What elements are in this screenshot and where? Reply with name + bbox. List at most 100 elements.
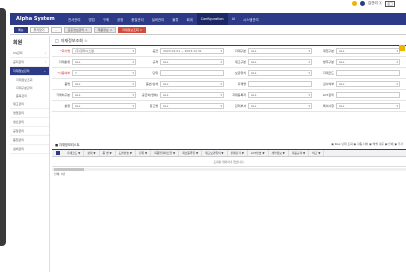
filter-field: 공급처(업체) ALL ▾	[140, 92, 228, 98]
sidebar-item[interactable]: 영업관리	[10, 109, 49, 118]
filter-input[interactable]: ALL ▾	[248, 103, 312, 109]
filter-label: 품명	[64, 82, 70, 86]
user-icon[interactable]	[360, 1, 365, 6]
sidebar-item[interactable]: 자재정보관리 ⌄	[10, 67, 49, 76]
sidebar-subitem[interactable]: 자재구분관리	[10, 84, 49, 92]
sidebar-item-label: 생산관리	[13, 120, 25, 124]
chevron-down-icon: ▾	[220, 60, 222, 64]
filter-input[interactable]: Y ▾	[72, 70, 136, 76]
filter-input[interactable]: ALL ▾	[72, 59, 136, 65]
chevron-down-icon: ▾	[220, 49, 222, 53]
filter-label: 공급처(업체)	[141, 93, 158, 97]
grid-column-header[interactable]: 최종업데이트일 ▼	[151, 150, 180, 156]
tab-0[interactable]: 메뉴	[14, 27, 28, 33]
filter-input[interactable]: ALL ▾	[248, 92, 312, 98]
filter-input[interactable]: ALL ▾	[160, 59, 224, 65]
filter-input[interactable]	[336, 70, 400, 76]
filter-input[interactable]: ALL ▾	[72, 81, 136, 87]
chevron-down-icon: ▾	[396, 82, 398, 86]
filter-input[interactable]: ALL ▾	[72, 92, 136, 98]
filter-input[interactable]: ALL ▾	[336, 48, 400, 54]
menu-item-6[interactable]: 물류	[168, 13, 182, 25]
grid-column-header[interactable]: 세부정보 ▼	[269, 150, 289, 156]
sidebar-subitem[interactable]: 자재정보조회	[10, 76, 49, 84]
filter-input[interactable]	[160, 70, 224, 76]
logout-button[interactable]: 로그	[385, 0, 395, 7]
filter-label: 자재분류	[58, 60, 70, 64]
sidebar-item[interactable]: CS관리 ›	[10, 49, 49, 58]
filter-input[interactable]: ALL ▾	[160, 81, 224, 87]
filter-label: LOT관리	[322, 93, 334, 97]
filter-input[interactable]	[248, 81, 312, 87]
filter-input[interactable]: ALL ▾	[72, 103, 136, 109]
filter-input[interactable]: ALL ▾	[248, 48, 312, 54]
sidebar-item[interactable]: 품질관리	[10, 136, 49, 145]
filter-panel: *회사명 (주)알파시스템 ▾ 공급 2023.01.01 ~ 2023.12.31 ▾ 자…	[52, 45, 406, 112]
select-all-checkbox[interactable]	[56, 151, 60, 155]
sidebar-item[interactable]: 공지관리 ›	[10, 58, 49, 67]
menu-item-0[interactable]: 전사관리	[64, 13, 84, 25]
menu-item-8[interactable]: Configuration	[196, 13, 228, 25]
filter-row: *사용여부 Y ▾ 단위 보관위치 ALL ▾ 자재코드	[52, 68, 406, 79]
tab-5[interactable]: 자재정보조회 ×	[118, 27, 147, 33]
scrollbar-thumb[interactable]	[54, 168, 84, 171]
chevron-icon: ⌄	[43, 69, 46, 73]
menu-item-10[interactable]: 시스템관리	[239, 13, 263, 25]
filter-value: ALL	[251, 60, 257, 64]
grid-column-header[interactable]: 도면번호 ▼	[116, 150, 136, 156]
app-logo[interactable]: Alpha System	[10, 16, 64, 22]
grid-column-header[interactable]: LOT번호 ▼	[248, 150, 269, 156]
filter-input[interactable]: ALL ▾	[336, 59, 400, 65]
sidebar-item[interactable]: 재고관리	[10, 100, 49, 109]
sidebar-subitem[interactable]: 품목관리	[10, 92, 49, 100]
filter-field: 재고구분 ALL ▾	[228, 59, 316, 65]
menu-item-9[interactable]: AI	[228, 13, 239, 25]
filter-input[interactable]: ALL ▾	[160, 103, 224, 109]
grid-column-header[interactable]: 품 명 ▼	[100, 150, 116, 156]
tab-3[interactable]: 표준정보관리 ×	[63, 27, 92, 33]
menu-item-3[interactable]: 공정	[113, 13, 127, 25]
filter-field: 보관위치 ALL ▾	[228, 70, 316, 76]
chevron-down-icon: ▾	[132, 104, 134, 108]
horizontal-scrollbar[interactable]	[52, 168, 406, 171]
grid-column-header[interactable]: 자재코드 ▼	[64, 150, 85, 156]
filter-input[interactable]: ALL ▾	[160, 92, 224, 98]
filter-input[interactable]: ALL ▾	[336, 103, 400, 109]
menu-item-2[interactable]: 구매	[99, 13, 113, 25]
grid-column-header[interactable]: 비고 ▼	[309, 150, 325, 156]
tab-4[interactable]: 제품정보 ×	[93, 27, 117, 33]
menu-item-5[interactable]: 설비관리	[148, 13, 168, 25]
menu-item-4[interactable]: 품질관리	[127, 13, 147, 25]
filter-input[interactable]: (주)알파시스템 ▾	[72, 48, 136, 54]
filter-input[interactable]: 2023.01.01 ~ 2023.12.31 ▾	[160, 48, 224, 54]
grid-column-header[interactable]: 상태 ▼	[84, 150, 100, 156]
filter-label: 재고구분	[234, 60, 246, 64]
sidebar-item[interactable]: 공정관리	[10, 127, 49, 136]
search-button[interactable]	[399, 45, 405, 51]
filter-value: ALL	[339, 104, 345, 108]
sidebar-item[interactable]: 설비관리	[10, 145, 49, 154]
grid-column-header[interactable]: 재고보관위치 ▼	[202, 150, 228, 156]
filter-field: LOT관리	[316, 92, 404, 98]
filter-input[interactable]: ALL ▾	[336, 81, 400, 87]
menu-item-1[interactable]: 영업	[84, 13, 98, 25]
grid-column-header[interactable]: 단위 ▼	[136, 150, 152, 156]
chevron-down-icon: ▾	[132, 93, 134, 97]
bulb-icon[interactable]	[352, 1, 357, 6]
grid-column-header[interactable]: 판매단가 ▼	[228, 150, 248, 156]
tab-2[interactable]: …	[50, 27, 62, 33]
chevron-down-icon: ▾	[132, 82, 134, 86]
chevron-down-icon: ▾	[308, 104, 310, 108]
menu-item-7[interactable]: 회계	[182, 13, 196, 25]
grid-tools[interactable]: ▣ Row 단위 조회 ▣ 자동 너비 ▣ 엑셀 다운 ▣ 인쇄 ▣ 추가	[331, 142, 403, 146]
grid-column-header[interactable]: 대표규격 ▼	[289, 150, 310, 156]
tab-1[interactable]: 즐겨찾기	[29, 27, 49, 33]
grid-column-header[interactable]: 최초등록일 ▼	[179, 150, 203, 156]
sidebar-item[interactable]: 생산관리	[10, 118, 49, 127]
sidebar-title: 회원	[13, 40, 23, 46]
filter-input[interactable]: ALL ▾	[248, 59, 312, 65]
filter-value: ALL	[163, 60, 169, 64]
filter-value: ALL	[75, 104, 81, 108]
filter-input[interactable]	[336, 92, 400, 98]
filter-input[interactable]: ALL ▾	[248, 70, 312, 76]
